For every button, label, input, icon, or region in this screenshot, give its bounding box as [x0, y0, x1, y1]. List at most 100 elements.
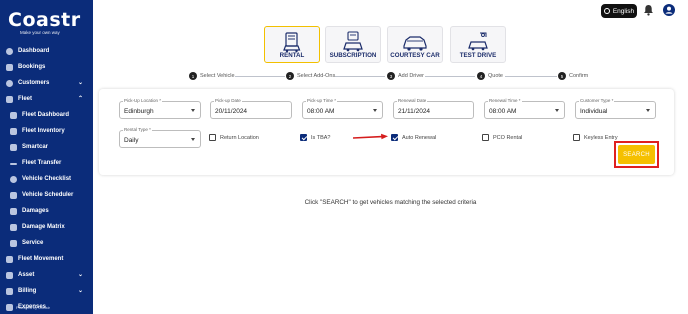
auto-renewal-checkbox[interactable]: Auto Renewal: [391, 134, 436, 141]
pickup-date-field[interactable]: Pick-up Date 20/11/2024: [210, 98, 292, 119]
checkbox-label: Auto Renewal: [402, 134, 437, 141]
language-button[interactable]: English: [601, 4, 637, 18]
checkbox-box[interactable]: [391, 134, 398, 141]
field-label: Pick-up Date: [214, 98, 242, 103]
booking-type-subscription[interactable]: SUBSCRIPTION: [325, 26, 381, 63]
fleet-icon: [6, 95, 13, 103]
language-label: English: [612, 7, 635, 15]
billing-icon: [6, 287, 13, 295]
sidebar-item-damage-matrix[interactable]: Damage Matrix: [0, 219, 93, 235]
powered-by: Powered by Coastr: [16, 305, 51, 310]
coastr-logo[interactable]: Coastr Make your own way: [8, 10, 88, 38]
sidebar-item-customers[interactable]: Customers ⌄: [0, 75, 93, 91]
field-value: 21/11/2024: [398, 108, 431, 115]
sidebar-item-label: Fleet Movement: [18, 256, 64, 262]
sidebar-item-label: Service: [22, 240, 44, 246]
fleet-movement-icon: [6, 255, 13, 263]
field-value: Individual: [580, 108, 608, 115]
stepper-line: [235, 76, 285, 77]
card-label: COURTESY CAR: [390, 52, 440, 59]
sidebar-item-smartcar[interactable]: Smartcar: [0, 139, 93, 155]
booking-type-rental[interactable]: RENTAL: [264, 26, 320, 63]
pickup-time-select[interactable]: Pick-up Time * 08:00 AM: [302, 98, 383, 119]
return-location-checkbox[interactable]: Return Location: [209, 134, 259, 141]
fleet-dashboard-icon: [10, 111, 17, 119]
sidebar-item-service[interactable]: Service: [0, 235, 93, 251]
sidebar-item-fleet-inventory[interactable]: Fleet Inventory: [0, 123, 93, 139]
service-icon: [10, 239, 17, 247]
field-value: Daily: [124, 137, 139, 144]
booking-type-courtesy-car[interactable]: COURTESY CAR: [387, 26, 443, 63]
sidebar-item-vehicle-checklist[interactable]: Vehicle Checklist: [0, 171, 93, 187]
stepper-line: [335, 76, 385, 77]
caret-down-icon: [646, 109, 650, 112]
test-drive-car-icon: [468, 32, 488, 51]
caret-down-icon: [555, 109, 559, 112]
step-label: Select Vehicle: [200, 73, 235, 79]
sidebar-item-label: Fleet: [18, 96, 33, 102]
smartcar-icon: [10, 143, 17, 151]
renewal-time-select[interactable]: Renewal Time * 08:00 AM: [484, 98, 565, 119]
sidebar-item-dashboard[interactable]: Dashboard: [0, 43, 93, 59]
booking-type-test-drive[interactable]: TEST DRIVE: [450, 26, 506, 63]
sidebar-item-asset[interactable]: Asset ⌄: [0, 267, 93, 283]
stepper-line: [425, 76, 475, 77]
caret-down-icon: [191, 109, 195, 112]
fleet-inventory-icon: [10, 127, 17, 135]
field-value: Edinburgh: [124, 108, 154, 115]
bell-icon[interactable]: [643, 4, 654, 16]
search-button[interactable]: SEARCH: [618, 145, 655, 164]
damage-matrix-icon: [10, 223, 17, 231]
keyless-entry-checkbox[interactable]: Keyless Entry: [573, 134, 618, 141]
sidebar-item-label: Fleet Transfer: [22, 160, 62, 166]
field-label: Renewal Time *: [488, 98, 522, 103]
pco-rental-checkbox[interactable]: PCO Rental: [482, 134, 522, 141]
sidebar-item-label: Damages: [22, 208, 49, 214]
is-tba-checkbox[interactable]: Is TBA?: [300, 134, 330, 141]
vehicle-scheduler-icon: [10, 191, 17, 199]
field-label: Rental Type *: [123, 127, 152, 132]
dashboard-icon: [6, 47, 13, 55]
logo-wordmark: Coastr: [8, 9, 81, 31]
checkbox-box[interactable]: [209, 134, 216, 141]
card-label: TEST DRIVE: [459, 52, 497, 59]
sidebar-item-fleet-movement[interactable]: Fleet Movement: [0, 251, 93, 267]
card-label: RENTAL: [279, 52, 305, 59]
step-label: Select Add-Ons: [297, 73, 336, 79]
sidebar: Coastr Make your own way Dashboard Booki…: [0, 0, 93, 314]
step-select-add-ons: 2 Select Add-Ons: [286, 72, 335, 80]
checkbox-box[interactable]: [300, 134, 307, 141]
field-label: Pick-up Time *: [306, 98, 338, 103]
step-number: 5: [558, 72, 566, 80]
checkbox-label: Is TBA?: [311, 134, 331, 141]
annotation-arrow-icon: [353, 133, 388, 140]
sidebar-item-bookings[interactable]: Bookings: [0, 59, 93, 75]
renewal-date-field[interactable]: Renewal Date 21/11/2024: [393, 98, 474, 119]
checkbox-label: Return Location: [220, 134, 259, 141]
rental-type-select[interactable]: Rental Type * Daily: [119, 127, 201, 148]
customer-type-select[interactable]: Customer Type * Individual: [575, 98, 656, 119]
step-number: 4: [477, 72, 485, 80]
checkbox-box[interactable]: [482, 134, 489, 141]
pickup-location-select[interactable]: Pick-Up Location * Edinburgh: [119, 98, 201, 119]
checkbox-box[interactable]: [573, 134, 580, 141]
courtesy-car-icon: [403, 36, 427, 51]
bookings-icon: [6, 63, 13, 71]
sidebar-item-fleet[interactable]: Fleet ⌃: [0, 91, 93, 107]
subscription-car-icon: [343, 31, 363, 52]
field-label: Renewal Date: [397, 98, 428, 103]
sidebar-item-label: Customers: [18, 80, 50, 86]
sidebar-item-billing[interactable]: Billing ⌄: [0, 283, 93, 299]
rental-car-icon: [283, 32, 301, 53]
sidebar-item-label: Bookings: [18, 64, 46, 70]
field-value: 20/11/2024: [215, 108, 248, 115]
chevron-up-icon: ⌃: [77, 96, 83, 102]
step-label: Quote: [488, 73, 503, 79]
sidebar-item-fleet-dashboard[interactable]: Fleet Dashboard: [0, 107, 93, 123]
user-avatar-icon[interactable]: [663, 4, 675, 16]
sidebar-item-fleet-transfer[interactable]: Fleet Transfer: [0, 155, 93, 171]
globe-icon: [603, 8, 610, 14]
sidebar-item-label: Dashboard: [18, 48, 50, 54]
checkbox-label: PCO Rental: [493, 134, 523, 141]
step-select-vehicle: 1 Select Vehicle: [189, 72, 235, 80]
